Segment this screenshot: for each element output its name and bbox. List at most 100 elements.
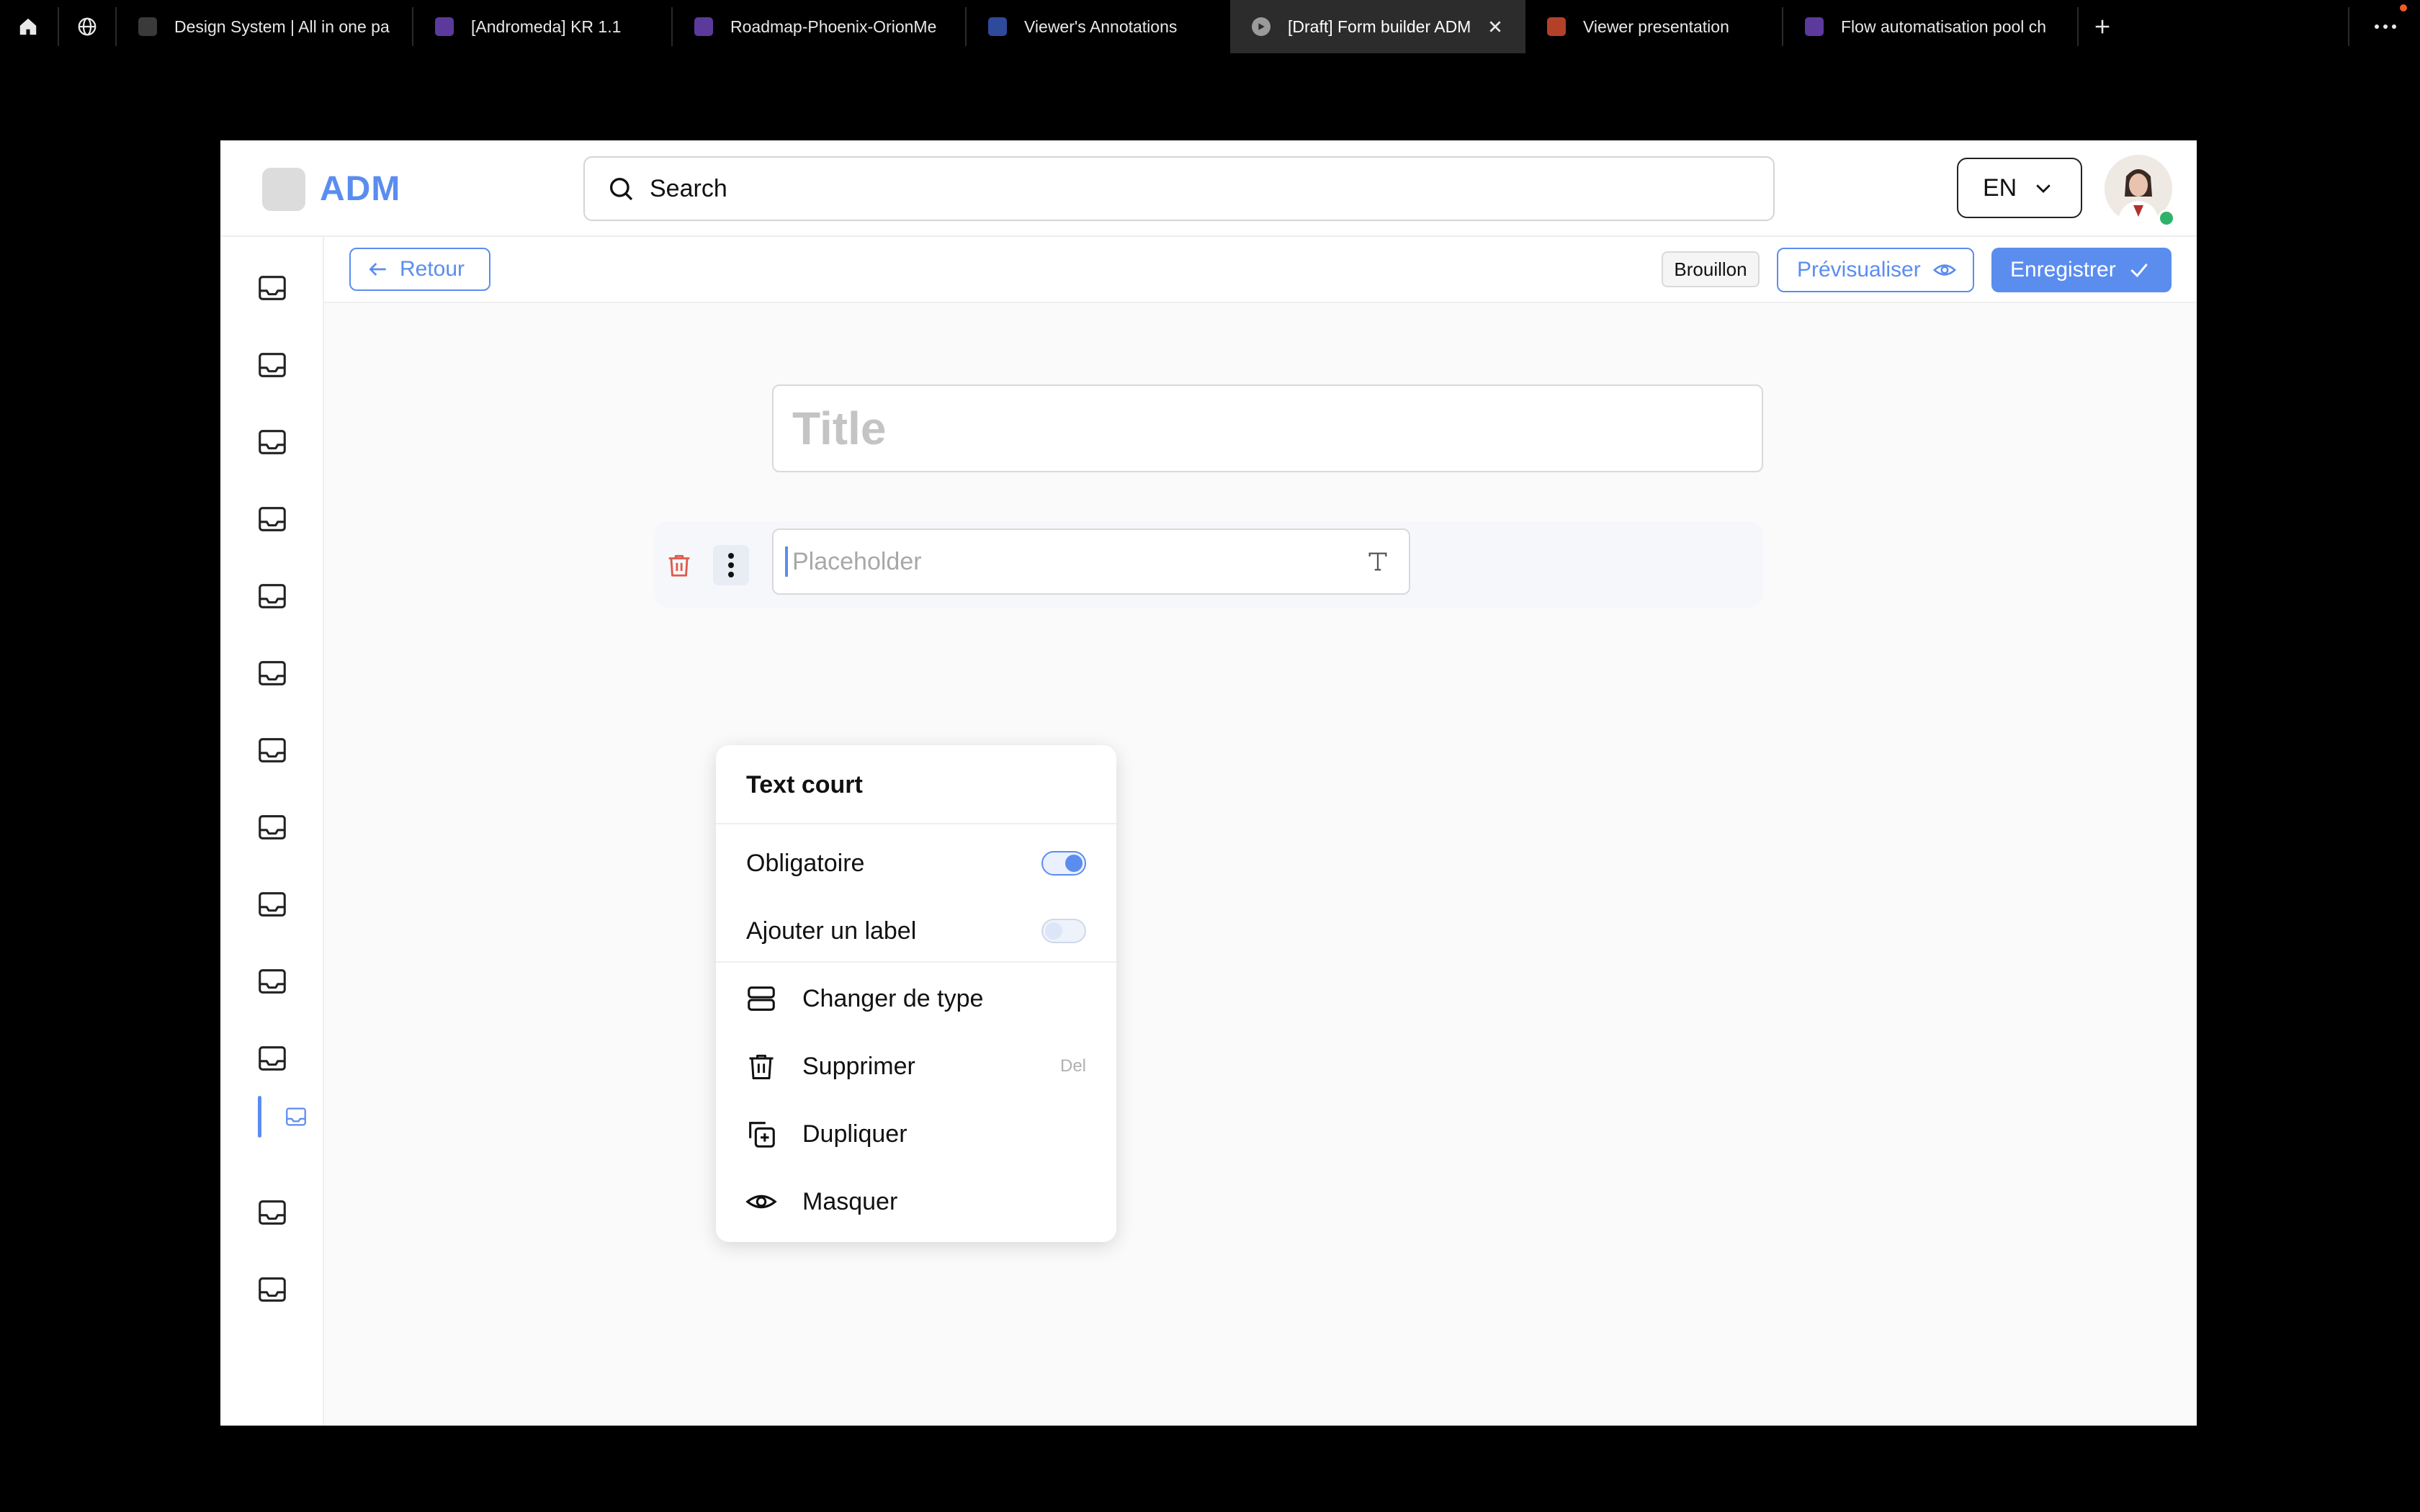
- tab-label: Viewer presentation: [1583, 17, 1729, 36]
- sidebar-item-inbox[interactable]: [254, 346, 291, 384]
- home-icon: [19, 18, 37, 35]
- sidebar: [220, 237, 324, 1426]
- inbox-icon: [286, 1107, 306, 1126]
- trash-icon: [668, 554, 690, 577]
- search-icon: [610, 177, 633, 201]
- notification-dot: [2400, 4, 2407, 12]
- back-button-label: Retour: [400, 257, 465, 281]
- add-label-label: Ajouter un label: [746, 917, 917, 945]
- arrow-left-icon: [369, 263, 386, 276]
- browser-tab[interactable]: Flow automatisation pool ch: [1783, 0, 2077, 53]
- slides-favicon-icon: [1547, 17, 1566, 36]
- delete-label: Supprimer: [802, 1052, 915, 1080]
- menu-item-delete[interactable]: Supprimer Del: [716, 1035, 1116, 1098]
- tab-label: Viewer's Annotations: [1024, 17, 1178, 36]
- menu-item-duplicate[interactable]: Dupliquer: [716, 1102, 1116, 1166]
- toggle-knob: [1065, 855, 1083, 872]
- app-header: ADM EN: [220, 140, 2197, 237]
- change-type-label: Changer de type: [802, 984, 984, 1012]
- sidebar-item-inbox[interactable]: [254, 423, 291, 461]
- menu-item-change-type[interactable]: Changer de type: [716, 967, 1116, 1030]
- delete-shortcut: Del: [1059, 1056, 1086, 1076]
- save-button-label: Enregistrer: [2010, 258, 2116, 282]
- sidebar-item-inbox[interactable]: [254, 269, 291, 307]
- sidebar-item-inbox[interactable]: [254, 1040, 291, 1077]
- browser-tab[interactable]: Viewer presentation: [1525, 0, 1782, 53]
- form-title-input[interactable]: Title: [772, 384, 1763, 472]
- globe-button[interactable]: [59, 0, 115, 53]
- home-button[interactable]: [0, 0, 56, 53]
- search-input[interactable]: [648, 174, 1731, 204]
- sidebar-item-inbox[interactable]: [254, 809, 291, 846]
- sidebar-item-inbox[interactable]: [254, 886, 291, 923]
- app-window: ADM EN: [220, 140, 2197, 1426]
- inbox-icon: [259, 815, 286, 840]
- inbox-icon: [259, 892, 286, 917]
- plus-icon: [2095, 19, 2110, 34]
- field-options-menu: Text court Obligatoire Ajouter un label …: [716, 745, 1116, 1242]
- globe-icon: [78, 17, 97, 36]
- tab-label: Design System | All in one pa: [174, 17, 390, 36]
- figma-favicon-icon: [694, 17, 713, 36]
- save-button[interactable]: Enregistrer: [1991, 248, 2172, 292]
- language-select[interactable]: EN: [1957, 158, 2082, 218]
- inbox-icon: [259, 430, 286, 454]
- browser-tab[interactable]: Viewer's Annotations: [967, 0, 1230, 53]
- browser-tab[interactable]: Roadmap-Phoenix-OrionMe: [673, 0, 965, 53]
- text-caret: [785, 546, 788, 577]
- search-bar[interactable]: [583, 156, 1775, 221]
- inbox-icon: [259, 1200, 286, 1225]
- browser-tab[interactable]: [Andromeda] KR 1.1: [413, 0, 671, 53]
- sidebar-item-inbox[interactable]: [254, 732, 291, 769]
- eye-icon: [1932, 264, 1956, 276]
- field-options-button[interactable]: [713, 545, 749, 585]
- status-badge: Brouillon: [1662, 251, 1760, 287]
- sidebar-item-inbox[interactable]: [254, 1194, 291, 1231]
- preview-button[interactable]: Prévisualiser: [1777, 248, 1974, 292]
- sidebar-item-inbox[interactable]: [254, 963, 291, 1000]
- figma-favicon-icon: [1805, 17, 1824, 36]
- required-label: Obligatoire: [746, 849, 865, 877]
- form-title-placeholder: Title: [792, 402, 887, 454]
- menu-item-hide[interactable]: Masquer: [716, 1170, 1116, 1233]
- back-button[interactable]: Retour: [349, 248, 490, 291]
- inbox-icon: [259, 507, 286, 531]
- required-toggle[interactable]: [1041, 851, 1086, 876]
- logo-icon: [262, 168, 305, 211]
- menu-item-add-label[interactable]: Ajouter un label: [716, 899, 1116, 963]
- more-menu-button[interactable]: [2357, 0, 2414, 53]
- more-horizontal-icon: [2375, 24, 2396, 29]
- trash-icon: [743, 1048, 779, 1084]
- duplicate-icon: [743, 1116, 779, 1152]
- close-icon: [1489, 21, 1501, 32]
- eye-icon: [743, 1184, 779, 1220]
- tab-close-button[interactable]: [1484, 15, 1507, 38]
- main-content: Retour Brouillon Prévisualiser Enregistr…: [324, 237, 2197, 1426]
- sidebar-item-inbox[interactable]: [254, 577, 291, 615]
- menu-divider: [716, 961, 1116, 963]
- jam-favicon-icon: [988, 17, 1007, 36]
- new-tab-button[interactable]: [2074, 0, 2130, 53]
- short-text-field-input[interactable]: Placeholder: [772, 528, 1410, 595]
- inbox-icon: [259, 969, 286, 994]
- browser-tab-active[interactable]: [Draft] Form builder ADM: [1230, 0, 1525, 53]
- sidebar-item-inbox[interactable]: [254, 654, 291, 692]
- menu-title: Text court: [746, 771, 863, 798]
- inbox-icon: [259, 738, 286, 762]
- browser-tab[interactable]: Design System | All in one pa: [117, 0, 412, 53]
- preview-button-label: Prévisualiser: [1797, 258, 1921, 282]
- sidebar-item-inbox[interactable]: [254, 1271, 291, 1308]
- sidebar-item-inbox[interactable]: [254, 500, 291, 538]
- more-vertical-icon: [728, 553, 734, 577]
- menu-item-required[interactable]: Obligatoire: [716, 832, 1116, 895]
- play-favicon-icon: [1252, 17, 1270, 36]
- tab-label: Flow automatisation pool ch: [1841, 17, 2047, 36]
- tab-label: [Draft] Form builder ADM: [1288, 17, 1471, 36]
- delete-field-button[interactable]: [661, 545, 697, 585]
- online-status-dot: [2158, 210, 2175, 227]
- sidebar-active-indicator: [258, 1096, 261, 1138]
- add-label-toggle[interactable]: [1041, 919, 1086, 943]
- inbox-icon: [259, 276, 286, 300]
- sidebar-item-inbox-active[interactable]: [279, 1098, 308, 1135]
- inbox-icon: [259, 584, 286, 608]
